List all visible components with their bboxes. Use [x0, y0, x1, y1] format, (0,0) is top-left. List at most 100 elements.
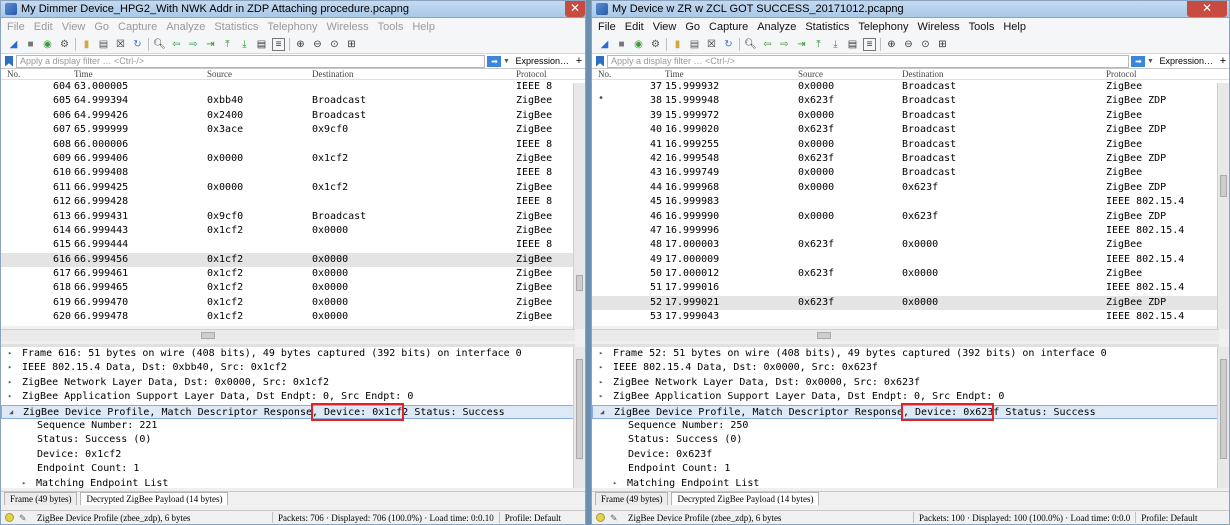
packet-row[interactable]: 46 16.999990 0x0000 0x623f ZigBee ZDP: [592, 210, 1229, 224]
packet-row[interactable]: 53 17.999043 IEEE 802.15.4: [592, 310, 1229, 324]
scrollbar-thumb[interactable]: [201, 332, 215, 339]
menu-statistics[interactable]: Statistics: [805, 21, 849, 33]
menu-tools[interactable]: Tools: [378, 21, 404, 33]
resize-columns-icon[interactable]: ⊞: [936, 38, 949, 51]
tab-decrypted-payload[interactable]: Decrypted ZigBee Payload (14 bytes): [80, 492, 229, 505]
open-file-icon[interactable]: ▮: [671, 38, 684, 51]
filter-dropdown-icon[interactable]: ▼: [1145, 58, 1155, 65]
zoom-out-icon[interactable]: ⊖: [311, 38, 324, 51]
collapsed-arrow-icon[interactable]: ▸: [22, 479, 26, 487]
packet-row[interactable]: 605 64.999394 0xbb40 Broadcast ZigBee: [1, 94, 585, 108]
save-file-icon[interactable]: ▤: [688, 38, 701, 51]
zoom-in-icon[interactable]: ⊕: [885, 38, 898, 51]
detail-tree-item[interactable]: ◢ ZigBee Device Profile, Match Descriptor…: [1, 404, 575, 419]
packet-row[interactable]: 45 16.999983 IEEE 802.15.4: [592, 195, 1229, 209]
packet-row[interactable]: 37 15.999932 0x0000 Broadcast ZigBee: [592, 80, 1229, 94]
tab-frame[interactable]: Frame (49 bytes): [595, 492, 669, 505]
detail-tree-item[interactable]: Sequence Number: 221: [1, 419, 575, 433]
go-back-icon[interactable]: ⇦: [761, 38, 774, 51]
first-packet-icon[interactable]: ⤒: [812, 38, 825, 51]
packet-list-hscrollbar[interactable]: [592, 329, 1219, 341]
menu-capture[interactable]: Capture: [709, 21, 748, 33]
detail-tree-item[interactable]: ▸ Matching Endpoint List: [1, 477, 575, 488]
collapsed-arrow-icon[interactable]: ▸: [599, 363, 603, 371]
detail-tree-item[interactable]: Device: 0x1cf2: [1, 448, 575, 462]
display-filter-input[interactable]: Apply a display filter … <Ctrl-/>: [607, 54, 1130, 68]
packet-row[interactable]: 609 66.999406 0x0000 0x1cf2 ZigBee: [1, 152, 585, 166]
menu-analyze[interactable]: Analyze: [757, 21, 796, 33]
menu-view[interactable]: View: [62, 21, 86, 33]
filter-dropdown-icon[interactable]: ▼: [501, 58, 511, 65]
detail-tree-item[interactable]: Sequence Number: 250: [592, 419, 1219, 433]
colorize-icon[interactable]: ≡: [863, 38, 876, 51]
go-forward-icon[interactable]: ⇨: [778, 38, 791, 51]
add-filter-button[interactable]: +: [1217, 55, 1229, 67]
status-profile[interactable]: Profile: Default: [1141, 513, 1197, 523]
menu-statistics[interactable]: Statistics: [214, 21, 258, 33]
packet-row[interactable]: 616 66.999456 0x1cf2 0x0000 ZigBee: [1, 252, 585, 268]
menu-go[interactable]: Go: [94, 21, 109, 33]
detail-tree-item[interactable]: Endpoint Count: 1: [592, 462, 1219, 476]
detail-tree-item[interactable]: ▸ Frame 52: 51 bytes on wire (408 bits), …: [592, 347, 1219, 361]
column-destination[interactable]: Destination: [902, 69, 944, 79]
expanded-arrow-icon[interactable]: ◢: [9, 408, 13, 416]
detail-tree-item[interactable]: ▸ Frame 616: 51 bytes on wire (408 bits),…: [1, 347, 575, 361]
column-no[interactable]: No.: [598, 69, 611, 79]
packet-row[interactable]: 39 15.999972 0x0000 Broadcast ZigBee: [592, 109, 1229, 123]
last-packet-icon[interactable]: ⤓: [829, 38, 842, 51]
expanded-arrow-icon[interactable]: ◢: [600, 408, 604, 416]
detail-tree-item[interactable]: Device: 0x623f: [592, 448, 1219, 462]
open-file-icon[interactable]: ▮: [80, 38, 93, 51]
packet-row[interactable]: 43 16.999749 0x0000 Broadcast ZigBee: [592, 166, 1229, 180]
capture-options-icon[interactable]: ⚙: [649, 38, 662, 51]
details-vscrollbar[interactable]: [1217, 347, 1229, 488]
packet-list-vscrollbar[interactable]: [573, 83, 585, 329]
colorize-icon[interactable]: ≡: [272, 38, 285, 51]
normal-size-icon[interactable]: ⊙: [328, 38, 341, 51]
reload-icon[interactable]: ↻: [722, 38, 735, 51]
scrollbar-thumb[interactable]: [1220, 175, 1227, 197]
packet-row[interactable]: 610 66.999408 IEEE 8: [1, 166, 585, 180]
column-source[interactable]: Source: [798, 69, 823, 79]
packet-row[interactable]: 618 66.999465 0x1cf2 0x0000 ZigBee: [1, 281, 585, 295]
details-vscrollbar[interactable]: [573, 347, 585, 488]
expression-button[interactable]: Expression…: [515, 56, 569, 66]
packet-row[interactable]: 42 16.999548 0x623f Broadcast ZigBee ZDP: [592, 152, 1229, 166]
menu-file[interactable]: File: [7, 21, 25, 33]
restart-capture-icon[interactable]: ◉: [632, 38, 645, 51]
collapsed-arrow-icon[interactable]: ▸: [613, 479, 617, 487]
shark-fin-start-icon[interactable]: ◢: [598, 38, 611, 51]
packet-list-vscrollbar[interactable]: [1217, 83, 1229, 329]
detail-tree-item[interactable]: Status: Success (0): [592, 433, 1219, 447]
close-icon[interactable]: ✕: [565, 1, 585, 17]
column-source[interactable]: Source: [207, 69, 232, 79]
column-time[interactable]: Time: [74, 69, 93, 79]
first-packet-icon[interactable]: ⤒: [221, 38, 234, 51]
normal-size-icon[interactable]: ⊙: [919, 38, 932, 51]
display-filter-input[interactable]: Apply a display filter … <Ctrl-/>: [16, 54, 486, 68]
packet-row[interactable]: 3815.999948 0x623f Broadcast ZigBee ZDP: [592, 93, 1229, 108]
menu-analyze[interactable]: Analyze: [166, 21, 205, 33]
packet-row[interactable]: 619 66.999470 0x1cf2 0x0000 ZigBee: [1, 296, 585, 310]
collapsed-arrow-icon[interactable]: ▸: [8, 363, 12, 371]
go-back-icon[interactable]: ⇦: [170, 38, 183, 51]
menu-edit[interactable]: Edit: [625, 21, 644, 33]
packet-row[interactable]: 41 16.999255 0x0000 Broadcast ZigBee: [592, 138, 1229, 152]
packet-row[interactable]: 49 17.000009 IEEE 802.15.4: [592, 253, 1229, 267]
menu-capture[interactable]: Capture: [118, 21, 157, 33]
packet-row[interactable]: 613 66.999431 0x9cf0 Broadcast ZigBee: [1, 210, 585, 224]
zoom-in-icon[interactable]: ⊕: [294, 38, 307, 51]
edit-comment-icon[interactable]: ✎: [19, 513, 29, 523]
detail-tree-item[interactable]: ▸ Matching Endpoint List: [592, 477, 1219, 488]
close-file-icon[interactable]: ☒: [114, 38, 127, 51]
menu-file[interactable]: File: [598, 21, 616, 33]
collapsed-arrow-icon[interactable]: ▸: [599, 392, 603, 400]
collapsed-arrow-icon[interactable]: ▸: [599, 378, 603, 386]
column-protocol[interactable]: Protocol: [1106, 69, 1137, 79]
packet-row[interactable]: 604 63.000005 IEEE 8: [1, 80, 585, 94]
detail-tree-item[interactable]: ▸ ZigBee Network Layer Data, Dst: 0x0000,…: [592, 376, 1219, 390]
menu-telephony[interactable]: Telephony: [267, 21, 317, 33]
bookmark-icon[interactable]: [596, 55, 604, 67]
ready-indicator-icon[interactable]: [5, 513, 14, 522]
menu-wireless[interactable]: Wireless: [327, 21, 369, 33]
